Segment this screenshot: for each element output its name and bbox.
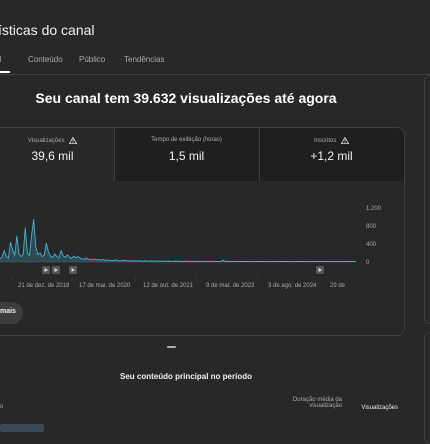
x-tick-label: 29 de — [330, 283, 346, 289]
side-panel-lower — [424, 332, 430, 444]
x-tick-label: 21 de dez. de 2018 — [18, 283, 70, 289]
x-tick-label: 12 de out. de 2021 — [143, 283, 194, 289]
side-panel — [424, 75, 430, 324]
section-handle — [167, 346, 176, 348]
see-more-button[interactable]: mais — [0, 302, 23, 324]
see-more-label: mais — [0, 308, 16, 315]
play-icon[interactable] — [69, 266, 77, 274]
row-label-partial: o — [0, 404, 4, 410]
y-tick-label: 0 — [366, 260, 370, 266]
column-views[interactable]: Visualizações — [352, 405, 398, 411]
x-tick-label: 17 de mai. de 2020 — [79, 283, 131, 289]
play-icon[interactable] — [316, 266, 324, 274]
views-chart: 0 400 800 1.200 21 de dez. de 2018 17 de mai.… — [0, 206, 382, 289]
top-content-title: Seu conteúdo principal no período — [119, 372, 252, 381]
x-tick-label: 3 de ago. de 2024 — [268, 283, 317, 289]
play-icon[interactable] — [52, 266, 60, 274]
series-line — [0, 219, 357, 263]
play-icon[interactable] — [42, 266, 50, 274]
x-tick-label: 9 de mar. de 2023 — [206, 283, 255, 289]
column-avg-view-duration[interactable]: Duração média da visualização — [280, 397, 342, 409]
y-tick-label: 400 — [366, 242, 377, 248]
y-tick-label: 1.200 — [366, 206, 382, 212]
video-thumbnail[interactable] — [0, 424, 44, 432]
y-tick-label: 800 — [366, 224, 377, 230]
